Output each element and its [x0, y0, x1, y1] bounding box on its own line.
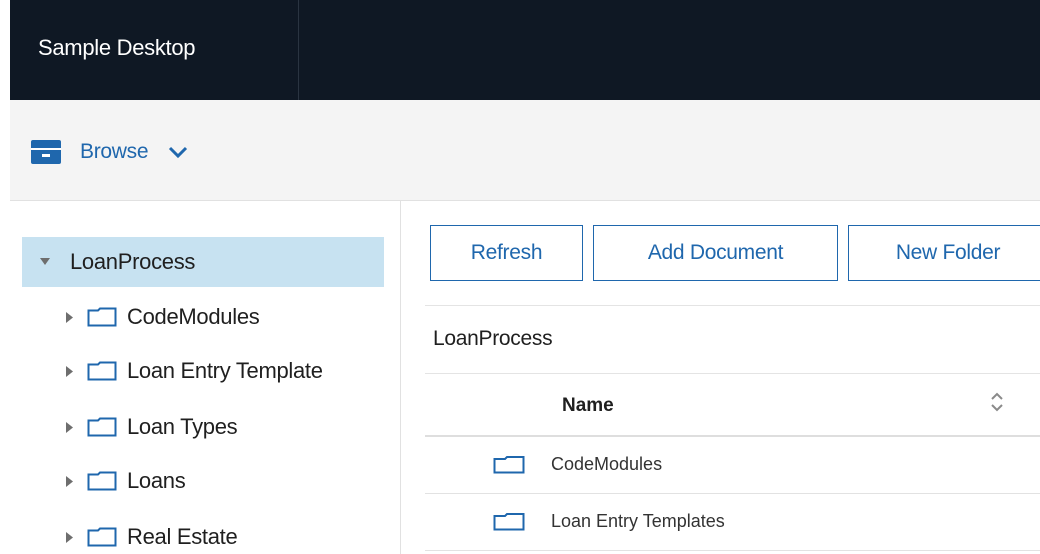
toolbar-divider — [425, 305, 1040, 306]
column-header-name[interactable]: Name — [562, 395, 614, 417]
collapsed-caret-icon[interactable] — [66, 421, 73, 433]
collapsed-caret-icon[interactable] — [66, 475, 73, 487]
browse-feature-selector[interactable]: Browse — [30, 136, 188, 168]
folder-icon — [493, 513, 525, 531]
chevron-down-icon[interactable] — [168, 145, 188, 159]
breadcrumb-divider — [425, 373, 1040, 374]
content-pane: Refresh Add Document New Folder LoanProc… — [401, 201, 1040, 554]
tree-root-label: LoanProcess — [70, 249, 196, 274]
app-banner: Sample Desktop — [10, 0, 1040, 100]
table-header: Name — [425, 375, 1040, 437]
breadcrumb[interactable]: LoanProcess — [433, 327, 553, 351]
row-name-cell[interactable]: Loan Entry Templates — [551, 511, 725, 532]
tree-item-label: Real Estate — [127, 524, 238, 549]
add-document-button[interactable]: Add Document — [593, 225, 838, 281]
collapsed-caret-icon[interactable] — [66, 311, 73, 323]
table-row[interactable]: CodeModules — [425, 437, 1040, 494]
sort-toggle-icon[interactable] — [990, 391, 1004, 413]
folder-icon — [493, 456, 525, 474]
tree-node-loanprocess[interactable]: LoanProcess — [22, 237, 384, 287]
folder-icon — [87, 471, 117, 491]
new-folder-button[interactable]: New Folder — [848, 225, 1040, 281]
collapsed-caret-icon[interactable] — [66, 531, 73, 543]
tree-item-label: CodeModules — [127, 304, 260, 329]
folder-icon — [87, 417, 117, 437]
banner-divider — [298, 0, 299, 100]
tree-item-label: Loans — [127, 468, 186, 493]
tree-node-loans[interactable]: Loans — [66, 461, 186, 501]
tree-node-loan-types[interactable]: Loan Types — [66, 407, 238, 447]
app-title: Sample Desktop — [38, 35, 196, 60]
table-row[interactable]: Loan Entry Templates — [425, 494, 1040, 551]
tree-item-label: Loan Types — [127, 414, 238, 439]
tree-node-codemodules[interactable]: CodeModules — [66, 297, 260, 337]
folder-icon — [87, 361, 117, 381]
folder-icon — [87, 307, 117, 327]
folder-icon — [87, 527, 117, 547]
browse-drawer-icon — [31, 140, 61, 164]
refresh-button[interactable]: Refresh — [430, 225, 583, 281]
browse-label: Browse — [80, 140, 149, 163]
window-edge — [0, 0, 10, 554]
tree-item-label: Loan Entry Template — [127, 358, 323, 383]
tree-node-real-estate[interactable]: Real Estate — [66, 517, 238, 554]
tree-node-loan-entry-template[interactable]: Loan Entry Template — [66, 351, 323, 391]
row-name-cell[interactable]: CodeModules — [551, 454, 662, 475]
collapsed-caret-icon[interactable] — [66, 365, 73, 377]
expanded-caret-icon[interactable] — [40, 258, 50, 266]
feature-bar: Browse — [10, 100, 1040, 201]
folder-tree-pane: LoanProcess CodeModules Loan Entry Templ… — [10, 201, 401, 554]
